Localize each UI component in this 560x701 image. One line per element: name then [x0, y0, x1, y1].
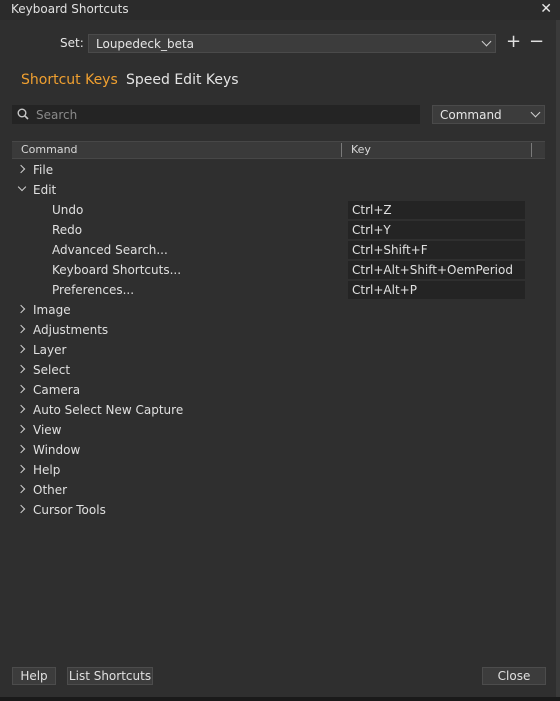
tab-bar: Shortcut Keys Speed Edit Keys	[0, 72, 560, 96]
command-label: Redo	[52, 223, 83, 237]
window-edge	[556, 20, 560, 697]
shortcut-key-field[interactable]: Ctrl+Alt+P	[348, 281, 525, 299]
set-label: Set:	[60, 36, 84, 50]
tree-group-label: File	[33, 163, 54, 177]
command-label: Undo	[52, 203, 84, 217]
chevron-right-icon[interactable]	[16, 304, 26, 314]
help-button[interactable]: Help	[12, 667, 56, 685]
column-divider[interactable]	[341, 143, 342, 157]
chevron-right-icon[interactable]	[16, 404, 26, 414]
tab-shortcut-keys[interactable]: Shortcut Keys	[21, 72, 118, 88]
list-shortcuts-button[interactable]: List Shortcuts	[67, 667, 153, 685]
tree-group-label: Edit	[33, 183, 57, 197]
chevron-right-icon[interactable]	[16, 504, 26, 514]
chevron-right-icon[interactable]	[16, 164, 26, 174]
shortcut-set-dropdown[interactable]: Loupedeck_beta	[88, 34, 496, 53]
column-divider[interactable]	[531, 143, 532, 157]
tree-group-select[interactable]: Select	[0, 360, 560, 380]
window-bottom-edge	[0, 697, 560, 701]
window-title: Keyboard Shortcuts	[11, 2, 129, 16]
tree-group-label: Adjustments	[33, 323, 109, 337]
close-button[interactable]: Close	[482, 667, 546, 685]
tree-group-label: Other	[33, 483, 68, 497]
search-icon	[17, 108, 29, 120]
column-key[interactable]: Key	[351, 143, 371, 156]
tree-group-file[interactable]: File	[0, 160, 560, 180]
shortcut-set-value: Loupedeck_beta	[96, 37, 195, 51]
shortcut-key-value: Ctrl+Alt+Shift+OemPeriod	[352, 263, 513, 277]
command-row-redo[interactable]: Redo Ctrl+Y	[0, 220, 560, 240]
close-icon[interactable]: ✕	[540, 1, 552, 17]
tree-group-view[interactable]: View	[0, 420, 560, 440]
command-label: Keyboard Shortcuts...	[52, 263, 182, 277]
column-command[interactable]: Command	[21, 143, 78, 156]
tree-group-label: Image	[33, 303, 71, 317]
tree-group-label: Cursor Tools	[33, 503, 106, 517]
remove-set-button[interactable]: −	[529, 31, 544, 53]
column-header: Command Key	[12, 141, 545, 159]
chevron-right-icon[interactable]	[16, 444, 26, 454]
chevron-down-icon	[530, 107, 541, 118]
tree-group-auto-select-new-capture[interactable]: Auto Select New Capture	[0, 400, 560, 420]
tree-group-label: Window	[33, 443, 81, 457]
shortcut-key-value: Ctrl+Alt+P	[352, 283, 417, 297]
tree-group-label: Auto Select New Capture	[33, 403, 184, 417]
tree-group-window[interactable]: Window	[0, 440, 560, 460]
chevron-down-icon[interactable]	[17, 182, 27, 192]
command-row-keyboard-shortcuts[interactable]: Keyboard Shortcuts... Ctrl+Alt+Shift+Oem…	[0, 260, 560, 280]
command-label: Advanced Search...	[52, 243, 168, 257]
chevron-right-icon[interactable]	[16, 384, 26, 394]
chevron-right-icon[interactable]	[16, 344, 26, 354]
shortcut-key-value: Ctrl+Z	[352, 203, 392, 217]
tree-group-adjustments[interactable]: Adjustments	[0, 320, 560, 340]
shortcut-set-row: Set: Loupedeck_beta + −	[0, 31, 560, 54]
tree-group-label: View	[33, 423, 62, 437]
chevron-right-icon[interactable]	[16, 364, 26, 374]
tree-group-image[interactable]: Image	[0, 300, 560, 320]
chevron-down-icon	[481, 36, 492, 47]
command-row-undo[interactable]: Undo Ctrl+Z	[0, 200, 560, 220]
shortcut-key-value: Ctrl+Y	[352, 223, 391, 237]
tree-group-label: Layer	[33, 343, 67, 357]
tree-group-cursor-tools[interactable]: Cursor Tools	[0, 500, 560, 520]
add-set-button[interactable]: +	[506, 31, 521, 53]
tree-group-label: Select	[33, 363, 71, 377]
search-filter-dropdown[interactable]: Command	[432, 105, 545, 124]
search-input[interactable]	[36, 105, 416, 124]
chevron-right-icon[interactable]	[16, 324, 26, 334]
tree-group-label: Help	[33, 463, 61, 477]
command-label: Preferences...	[52, 283, 135, 297]
chevron-right-icon[interactable]	[16, 424, 26, 434]
search-box	[12, 105, 420, 124]
title-bar: Keyboard Shortcuts ✕	[0, 0, 560, 20]
chevron-right-icon[interactable]	[16, 464, 26, 474]
tree-group-camera[interactable]: Camera	[0, 380, 560, 400]
tree-group-other[interactable]: Other	[0, 480, 560, 500]
tree-group-edit[interactable]: Edit	[0, 180, 560, 200]
tree-group-help[interactable]: Help	[0, 460, 560, 480]
tab-speed-edit-keys[interactable]: Speed Edit Keys	[126, 72, 239, 88]
command-tree: File Edit Undo Ctrl+Z Redo Ctrl+Y Advanc…	[0, 160, 560, 520]
shortcut-key-field[interactable]: Ctrl+Shift+F	[348, 241, 525, 259]
search-filter-value: Command	[440, 108, 502, 122]
shortcut-key-field[interactable]: Ctrl+Y	[348, 221, 525, 239]
shortcut-key-value: Ctrl+Shift+F	[352, 243, 428, 257]
command-row-advanced-search[interactable]: Advanced Search... Ctrl+Shift+F	[0, 240, 560, 260]
shortcut-key-field[interactable]: Ctrl+Alt+Shift+OemPeriod	[348, 261, 525, 279]
chevron-right-icon[interactable]	[16, 484, 26, 494]
command-row-preferences[interactable]: Preferences... Ctrl+Alt+P	[0, 280, 560, 300]
shortcut-key-field[interactable]: Ctrl+Z	[348, 201, 525, 219]
tree-group-layer[interactable]: Layer	[0, 340, 560, 360]
tree-group-label: Camera	[33, 383, 81, 397]
